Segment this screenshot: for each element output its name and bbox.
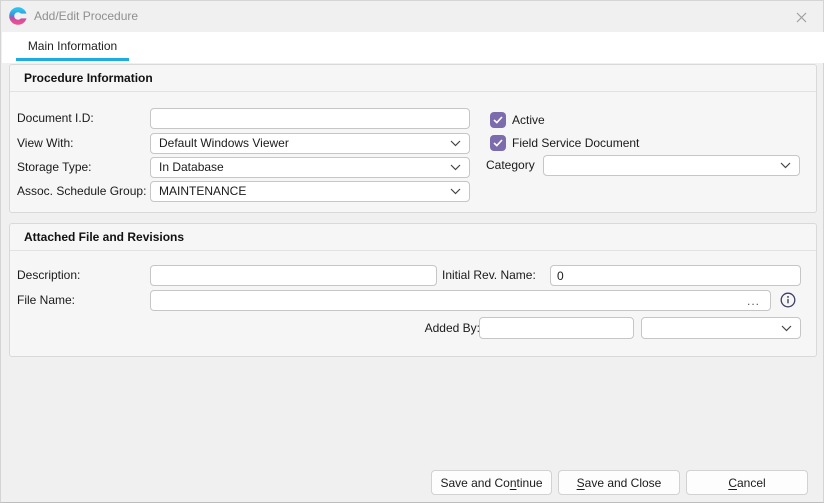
close-icon[interactable] bbox=[789, 5, 813, 29]
document-id-label: Document I.D: bbox=[17, 108, 94, 129]
tab-active-underline bbox=[16, 58, 129, 61]
tab-label: Main Information bbox=[16, 32, 129, 60]
button-text: ancel bbox=[737, 476, 766, 490]
added-by-input[interactable] bbox=[479, 317, 634, 339]
chevron-down-icon bbox=[450, 164, 461, 171]
save-and-close-button[interactable]: Save and Close bbox=[558, 470, 680, 495]
check-icon bbox=[493, 139, 503, 147]
file-name-label: File Name: bbox=[17, 290, 75, 311]
procedure-information-group: Procedure Information Document I.D: View… bbox=[9, 64, 817, 213]
attached-file-revisions-header: Attached File and Revisions bbox=[10, 224, 816, 251]
view-with-dropdown[interactable]: Default Windows Viewer bbox=[150, 133, 470, 154]
tab-main-information[interactable]: Main Information bbox=[16, 32, 129, 63]
storage-type-value: In Database bbox=[159, 158, 444, 177]
procedure-information-header: Procedure Information bbox=[10, 65, 816, 92]
storage-type-label: Storage Type: bbox=[17, 157, 92, 178]
window-title: Add/Edit Procedure bbox=[34, 1, 138, 31]
attached-file-revisions-group: Attached File and Revisions Description:… bbox=[9, 223, 817, 357]
initial-rev-name-label: Initial Rev. Name: bbox=[442, 265, 536, 286]
info-icon[interactable] bbox=[780, 292, 796, 311]
added-by-label: Added By: bbox=[390, 318, 480, 339]
view-with-value: Default Windows Viewer bbox=[159, 134, 444, 153]
category-label: Category bbox=[486, 155, 535, 176]
added-by-dropdown[interactable] bbox=[641, 317, 801, 339]
button-mnemonic: n bbox=[510, 476, 517, 490]
button-mnemonic: C bbox=[728, 476, 737, 490]
title-bar: Add/Edit Procedure bbox=[1, 1, 823, 32]
app-logo-icon bbox=[9, 7, 27, 25]
view-with-label: View With: bbox=[17, 133, 73, 154]
field-service-document-checkbox[interactable] bbox=[490, 135, 506, 151]
document-id-input[interactable] bbox=[150, 108, 470, 129]
storage-type-dropdown[interactable]: In Database bbox=[150, 157, 470, 178]
chevron-down-icon bbox=[781, 325, 792, 332]
category-dropdown[interactable] bbox=[543, 155, 800, 176]
chevron-down-icon bbox=[450, 140, 461, 147]
button-text: ave and Close bbox=[585, 476, 662, 490]
button-text: tinue bbox=[517, 476, 543, 490]
file-name-input[interactable]: ... bbox=[150, 290, 771, 311]
assoc-schedule-group-value: MAINTENANCE bbox=[159, 182, 444, 201]
chevron-down-icon bbox=[450, 188, 461, 195]
field-service-document-label: Field Service Document bbox=[512, 135, 639, 151]
active-label: Active bbox=[512, 112, 545, 128]
active-checkbox[interactable] bbox=[490, 112, 506, 128]
cancel-button[interactable]: Cancel bbox=[686, 470, 808, 495]
tab-strip: Main Information bbox=[2, 32, 824, 63]
save-and-continue-button[interactable]: Save and Continue bbox=[431, 470, 552, 495]
chevron-down-icon bbox=[780, 162, 791, 169]
browse-file-button[interactable]: ... bbox=[745, 296, 762, 306]
description-label: Description: bbox=[17, 265, 80, 286]
button-text: Save and Co bbox=[440, 476, 509, 490]
assoc-schedule-group-label: Assoc. Schedule Group: bbox=[17, 181, 146, 202]
check-icon bbox=[493, 116, 503, 124]
add-edit-procedure-dialog: Add/Edit Procedure Main Information Proc… bbox=[0, 0, 824, 503]
initial-rev-name-input[interactable] bbox=[550, 265, 801, 286]
assoc-schedule-group-dropdown[interactable]: MAINTENANCE bbox=[150, 181, 470, 202]
description-input[interactable] bbox=[150, 265, 437, 286]
button-mnemonic: S bbox=[577, 476, 585, 490]
